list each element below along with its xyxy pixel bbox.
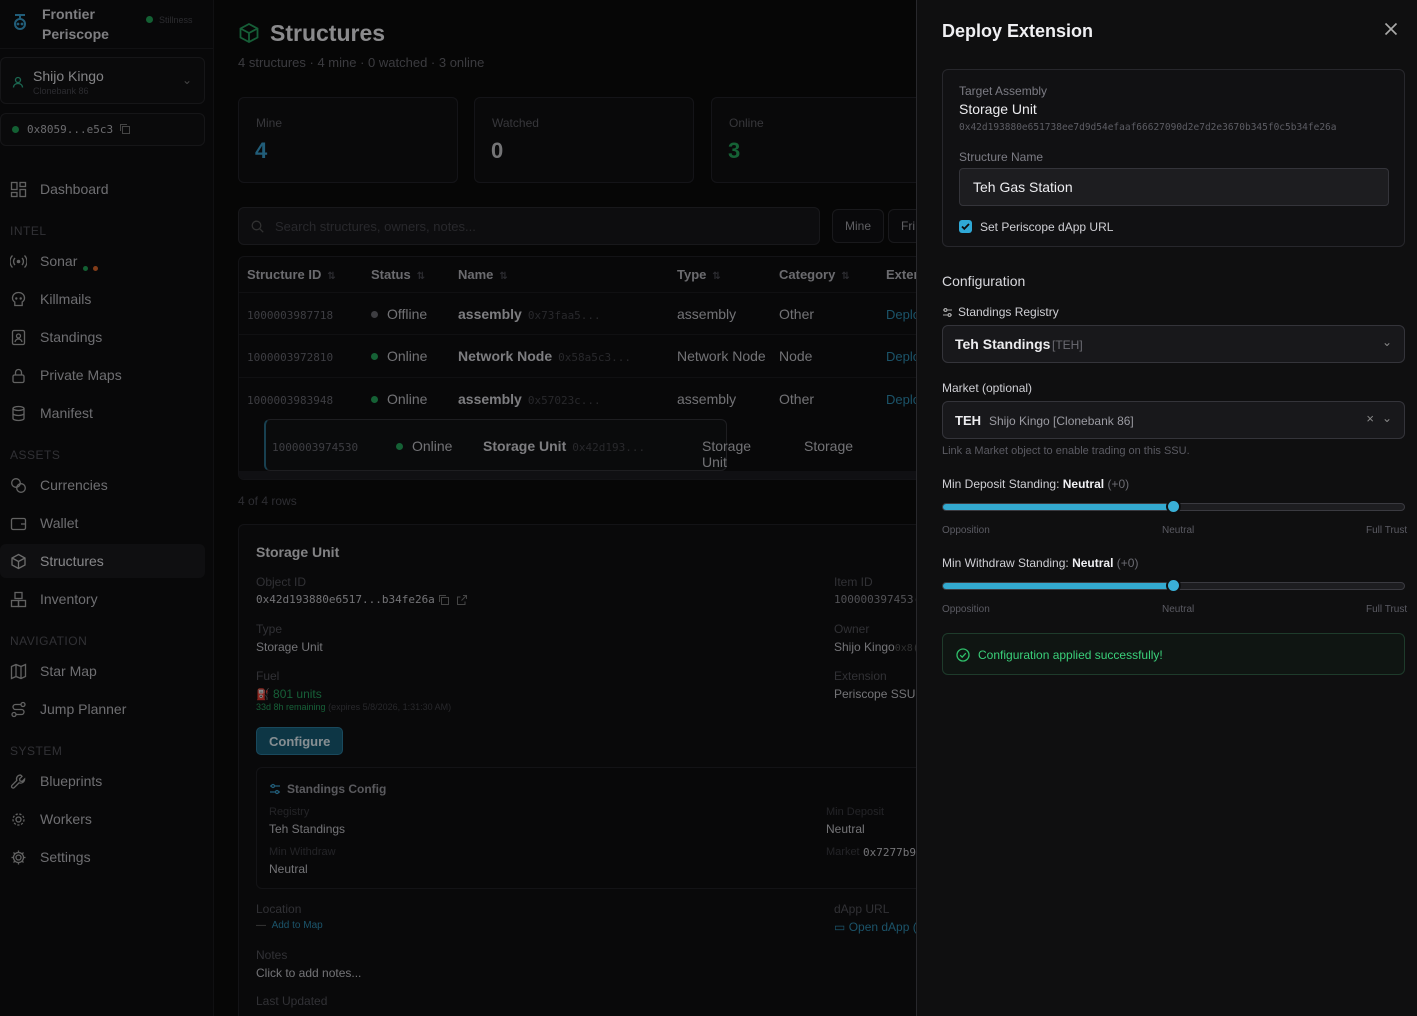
standings-registry-select[interactable]: Teh Standings [TEH] ⌄	[942, 325, 1405, 363]
market-hint: Link a Market object to enable trading o…	[942, 445, 1190, 457]
sliders-icon	[943, 308, 952, 317]
target-assembly-label: Target Assembly	[959, 84, 1048, 98]
set-dapp-url-checkbox[interactable]	[959, 220, 972, 233]
min-deposit-standing-label: Min Deposit Standing: Neutral (+0)	[942, 477, 1130, 491]
tick-neutral: Neutral	[1162, 525, 1195, 536]
min-withdraw-standing-label: Min Withdraw Standing: Neutral (+0)	[942, 556, 1139, 570]
checkmark-icon	[961, 223, 970, 231]
standings-registry-label: Standings Registry	[958, 305, 1059, 319]
market-selected: Shijo Kingo [Clonebank 86]	[989, 414, 1134, 428]
min-deposit-slider[interactable]	[942, 499, 1405, 514]
structure-name-input[interactable]: Teh Gas Station	[959, 168, 1389, 206]
target-assembly-id: 0x42d193880e651738ee7d9d54efaaf66627090d…	[959, 122, 1337, 133]
configuration-heading: Configuration	[942, 273, 1026, 289]
slider-handle[interactable]	[1166, 578, 1181, 593]
modal-backdrop[interactable]	[0, 0, 916, 1016]
registry-selected: Teh Standings	[955, 336, 1051, 352]
structure-name-label: Structure Name	[959, 150, 1044, 164]
success-message: Configuration applied successfully!	[942, 633, 1405, 675]
clear-icon[interactable]: ×	[1366, 411, 1374, 426]
target-assembly-name: Storage Unit	[959, 101, 1037, 117]
deploy-extension-drawer: Deploy Extension Target Assembly Storage…	[916, 0, 1417, 1016]
tick-full-trust: Full Trust	[1366, 525, 1408, 536]
market-ticker: TEH	[955, 413, 981, 428]
slider-fill	[943, 583, 1174, 589]
chevron-down-icon: ⌄	[1381, 411, 1392, 425]
success-text: Configuration applied successfully!	[978, 648, 1163, 662]
drawer-title: Deploy Extension	[942, 21, 1094, 41]
tick-full-trust: Full Trust	[1366, 604, 1408, 615]
target-assembly-box: Target Assembly Storage Unit 0x42d193880…	[942, 69, 1405, 247]
tick-neutral: Neutral	[1162, 604, 1195, 615]
slider-fill	[943, 504, 1174, 510]
slider-handle[interactable]	[1166, 499, 1181, 514]
min-withdraw-slider[interactable]	[942, 578, 1405, 593]
tick-opposition: Opposition	[942, 604, 990, 615]
market-label: Market (optional)	[942, 381, 1033, 395]
tick-opposition: Opposition	[942, 525, 990, 536]
check-circle-icon	[956, 648, 970, 662]
market-select[interactable]: TEH Shijo Kingo [Clonebank 86] × ⌄	[942, 401, 1405, 439]
close-icon[interactable]	[1384, 22, 1398, 36]
set-dapp-url-label[interactable]: Set Periscope dApp URL	[980, 220, 1113, 234]
chevron-down-icon: ⌄	[1381, 335, 1392, 349]
registry-tag: [TEH]	[1052, 338, 1083, 352]
